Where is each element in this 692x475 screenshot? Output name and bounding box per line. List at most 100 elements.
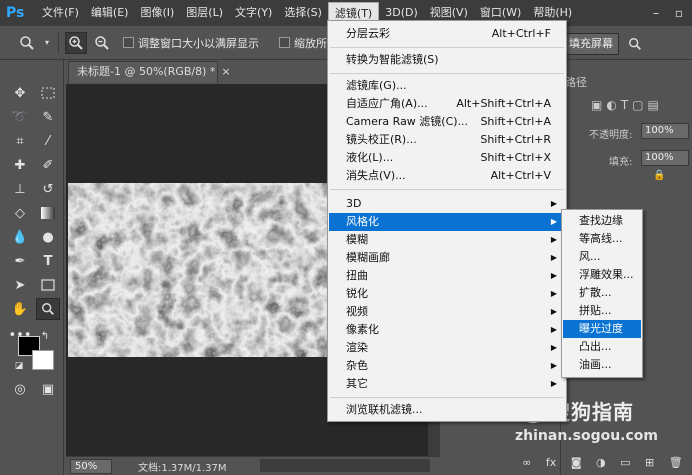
- healing-brush-icon[interactable]: ✚: [8, 154, 32, 176]
- submenu-item-oil-paint[interactable]: 油画...: [563, 356, 641, 374]
- menu-file[interactable]: 文件(F): [36, 2, 85, 24]
- horizontal-scrollbar[interactable]: [260, 459, 430, 472]
- menu-item-filter-gallery[interactable]: 滤镜库(G)...: [329, 77, 565, 95]
- type-filter-icon[interactable]: T: [621, 98, 632, 112]
- menu-layer[interactable]: 图层(L): [180, 2, 229, 24]
- menu-edit[interactable]: 编辑(E): [85, 2, 135, 24]
- quick-mask-icon[interactable]: ◎: [8, 378, 32, 400]
- zoom-level-field[interactable]: 50%: [70, 458, 112, 474]
- menu-item-sharpen[interactable]: 锐化 ▶: [329, 285, 565, 303]
- layer-filter-icons[interactable]: ▣◐T▢▤: [591, 98, 663, 112]
- chevron-down-icon[interactable]: ▾: [42, 32, 52, 54]
- submenu-arrow-icon: ▶: [550, 379, 557, 388]
- submenu-item-solarize[interactable]: 曝光过度: [563, 320, 641, 338]
- eyedropper-icon[interactable]: ⁄: [36, 130, 60, 152]
- group-folder-icon[interactable]: ▭: [620, 456, 630, 469]
- menu-item-distort[interactable]: 扭曲 ▶: [329, 267, 565, 285]
- menu-item-blur[interactable]: 模糊 ▶: [329, 231, 565, 249]
- swap-colors-icon[interactable]: ↰: [38, 330, 52, 342]
- fill-screen-button[interactable]: 填充屏幕: [563, 33, 619, 55]
- submenu-item-tiles[interactable]: 拼贴...: [563, 302, 641, 320]
- menu-item-pixelate[interactable]: 像素化 ▶: [329, 321, 565, 339]
- eraser-tool-icon[interactable]: ◇: [8, 202, 32, 224]
- fill-field[interactable]: 100%: [641, 150, 689, 166]
- adjustment-layer-icon[interactable]: ◑: [596, 456, 606, 469]
- opacity-label: 不透明度:: [589, 130, 633, 141]
- menu-item-render[interactable]: 渲染 ▶: [329, 339, 565, 357]
- mask-icon[interactable]: ◙: [571, 456, 582, 469]
- submenu-arrow-icon: ▶: [550, 217, 557, 226]
- restore-icon[interactable]: ▫: [668, 0, 690, 26]
- menu-item-clouds[interactable]: 分层云彩 Alt+Ctrl+F: [329, 25, 565, 43]
- menu-item-browse-online[interactable]: 浏览联机滤镜...: [329, 401, 565, 419]
- paths-tab[interactable]: 路径: [565, 72, 587, 94]
- submenu-arrow-icon: ▶: [550, 343, 557, 352]
- menu-item-adaptive-wide-angle[interactable]: 自适应广角(A)... Alt+Shift+Ctrl+A: [329, 95, 565, 113]
- zoom-out-icon[interactable]: [91, 32, 113, 54]
- canvas-clouds-image[interactable]: [68, 183, 340, 357]
- menu-item-liquify[interactable]: 液化(L)... Shift+Ctrl+X: [329, 149, 565, 167]
- brush-tool-icon[interactable]: ✐: [36, 154, 60, 176]
- hand-tool-icon[interactable]: ✋: [8, 298, 32, 320]
- menu-image[interactable]: 图像(I): [134, 2, 180, 24]
- submenu-item-trace-contour[interactable]: 等高线...: [563, 230, 641, 248]
- menu-item-lens-correction[interactable]: 镜头校正(R)... Shift+Ctrl+R: [329, 131, 565, 149]
- menu-item-vanishing-point[interactable]: 消失点(V)... Alt+Ctrl+V: [329, 167, 565, 185]
- background-color-swatch[interactable]: [32, 350, 54, 370]
- submenu-arrow-icon: ▶: [550, 271, 557, 280]
- opacity-field[interactable]: 100%: [641, 123, 689, 139]
- lock-icon: 🔒: [653, 170, 666, 181]
- pen-tool-icon[interactable]: ✒: [8, 250, 32, 272]
- menu-item-other[interactable]: 其它 ▶: [329, 375, 565, 393]
- menu-select[interactable]: 选择(S): [278, 2, 328, 24]
- adjust-filter-icon[interactable]: ◐: [606, 98, 620, 112]
- move-tool-icon[interactable]: ✥: [8, 82, 32, 104]
- blur-tool-icon[interactable]: 💧: [8, 226, 32, 248]
- checkbox-box[interactable]: [123, 37, 134, 48]
- new-layer-icon[interactable]: ⊞: [645, 456, 654, 469]
- trash-icon[interactable]: 🗑: [669, 456, 683, 469]
- smart-filter-icon[interactable]: ▤: [648, 98, 663, 112]
- zoom-tool-icon[interactable]: [36, 298, 60, 320]
- shape-filter-icon[interactable]: ▢: [632, 98, 647, 112]
- minimize-icon[interactable]: –: [645, 0, 667, 26]
- history-brush-icon[interactable]: ↺: [36, 178, 60, 200]
- fx-icon[interactable]: fx: [546, 456, 556, 469]
- image-filter-icon[interactable]: ▣: [591, 98, 606, 112]
- magic-wand-icon[interactable]: ✎: [36, 106, 60, 128]
- type-tool-icon[interactable]: T: [36, 250, 60, 272]
- menu-item-3d[interactable]: 3D ▶: [329, 195, 565, 213]
- marquee-tool-icon[interactable]: [36, 82, 60, 104]
- menu-item-stylize[interactable]: 风格化 ▶: [329, 213, 565, 231]
- submenu-item-find-edges[interactable]: 查找边缘: [563, 212, 641, 230]
- submenu-item-emboss[interactable]: 浮雕效果...: [563, 266, 641, 284]
- checkbox-box[interactable]: [279, 37, 290, 48]
- menu-item-noise[interactable]: 杂色 ▶: [329, 357, 565, 375]
- submenu-item-extrude[interactable]: 凸出...: [563, 338, 641, 356]
- default-colors-icon[interactable]: ◪: [12, 360, 26, 372]
- rectangle-tool-icon[interactable]: [36, 274, 60, 296]
- zoom-in-icon[interactable]: [65, 31, 87, 54]
- path-selection-icon[interactable]: ➤: [8, 274, 32, 296]
- submenu-item-wind[interactable]: 风...: [563, 248, 641, 266]
- clone-stamp-icon[interactable]: ⊥: [8, 178, 32, 200]
- menu-separator: [330, 189, 564, 190]
- submenu-arrow-icon: ▶: [550, 361, 557, 370]
- close-icon[interactable]: ×: [221, 65, 230, 78]
- menu-type[interactable]: 文字(Y): [229, 2, 278, 24]
- dodge-tool-icon[interactable]: ●: [36, 226, 60, 248]
- gradient-tool-icon[interactable]: [36, 202, 60, 224]
- menu-item-video[interactable]: 视频 ▶: [329, 303, 565, 321]
- crop-tool-icon[interactable]: ⌗: [8, 130, 32, 152]
- search-icon[interactable]: [624, 33, 646, 55]
- menu-item-convert-smart-filters[interactable]: 转换为智能滤镜(S): [329, 51, 565, 69]
- document-tab[interactable]: 未标题-1 @ 50%(RGB/8) * ×: [68, 61, 231, 83]
- resize-windows-checkbox[interactable]: 调整窗口大小以满屏显示: [123, 35, 259, 51]
- menu-item-camera-raw[interactable]: Camera Raw 滤镜(C)... Shift+Ctrl+A: [329, 113, 565, 131]
- zoom-tool-preset-icon[interactable]: [16, 32, 38, 54]
- menu-item-blur-gallery[interactable]: 模糊画廊 ▶: [329, 249, 565, 267]
- lasso-tool-icon[interactable]: ➰: [8, 106, 32, 128]
- link-layers-icon[interactable]: ∞: [522, 456, 531, 469]
- screen-mode-icon[interactable]: ▣: [36, 378, 60, 400]
- submenu-item-diffuse[interactable]: 扩散...: [563, 284, 641, 302]
